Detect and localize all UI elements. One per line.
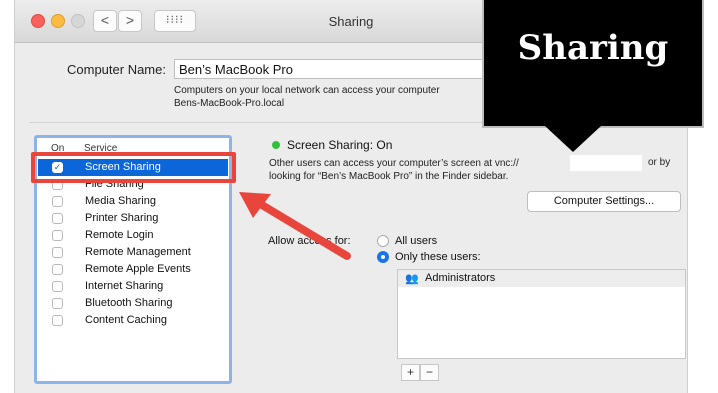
description-line1-end: or by xyxy=(648,157,671,168)
service-label: Printer Sharing xyxy=(85,212,159,224)
service-checkbox-remote-management[interactable] xyxy=(52,247,63,258)
service-row-remote-login[interactable]: Remote Login xyxy=(38,227,228,244)
callout-pointer xyxy=(545,126,601,152)
service-label: Remote Management xyxy=(85,246,191,258)
radio-only-these-users[interactable] xyxy=(377,251,389,263)
radio-all-users[interactable] xyxy=(377,235,389,247)
computer-name-label: Computer Name: xyxy=(67,62,166,77)
service-label: Remote Login xyxy=(85,229,154,241)
remove-user-button[interactable]: − xyxy=(420,364,439,381)
service-checkbox-bluetooth-sharing[interactable] xyxy=(52,298,63,309)
user-row-administrators[interactable]: 👥 Administrators xyxy=(398,270,685,287)
computer-name-note: Computers on your local network can acce… xyxy=(174,84,440,110)
users-list: 👥 Administrators xyxy=(397,269,686,359)
service-row-internet-sharing[interactable]: Internet Sharing xyxy=(38,278,228,295)
computer-name-hostname: Bens-MacBook-Pro.local xyxy=(174,98,285,109)
screen-sharing-status: Screen Sharing: On xyxy=(287,138,393,152)
service-label: Remote Apple Events xyxy=(85,263,191,275)
service-label: Content Caching xyxy=(85,314,167,326)
service-checkbox-remote-apple-events[interactable] xyxy=(52,264,63,275)
status-on-icon xyxy=(272,141,280,149)
service-checkbox-remote-login[interactable] xyxy=(52,230,63,241)
service-label: Bluetooth Sharing xyxy=(85,297,173,309)
redacted-address xyxy=(570,155,642,171)
computer-settings-button[interactable]: Computer Settings... xyxy=(527,191,681,212)
red-arrow-icon xyxy=(239,192,351,260)
service-label: Internet Sharing xyxy=(85,280,164,292)
service-row-printer-sharing[interactable]: Printer Sharing xyxy=(38,210,228,227)
highlight-box xyxy=(31,152,236,183)
description-line2: looking for “Ben’s MacBook Pro” in the F… xyxy=(269,171,509,182)
computer-name-field[interactable]: Ben’s MacBook Pro xyxy=(174,59,504,79)
radio-all-users-label[interactable]: All users xyxy=(395,235,437,247)
group-icon: 👥 xyxy=(405,273,419,285)
service-row-remote-apple-events[interactable]: Remote Apple Events xyxy=(38,261,228,278)
callout-box: Sharing xyxy=(482,0,704,128)
service-checkbox-printer-sharing[interactable] xyxy=(52,213,63,224)
service-row-bluetooth-sharing[interactable]: Bluetooth Sharing xyxy=(38,295,228,312)
service-row-media-sharing[interactable]: Media Sharing xyxy=(38,193,228,210)
service-checkbox-content-caching[interactable] xyxy=(52,315,63,326)
computer-name-note-line1: Computers on your local network can acce… xyxy=(174,85,440,96)
user-name: Administrators xyxy=(425,272,496,284)
add-user-button[interactable]: + xyxy=(401,364,420,381)
radio-only-these-users-label[interactable]: Only these users: xyxy=(395,251,481,263)
service-label: Media Sharing xyxy=(85,195,156,207)
callout-title: Sharing xyxy=(517,28,669,68)
service-row-remote-management[interactable]: Remote Management xyxy=(38,244,228,261)
service-checkbox-media-sharing[interactable] xyxy=(52,196,63,207)
service-checkbox-internet-sharing[interactable] xyxy=(52,281,63,292)
service-row-content-caching[interactable]: Content Caching xyxy=(38,312,228,329)
